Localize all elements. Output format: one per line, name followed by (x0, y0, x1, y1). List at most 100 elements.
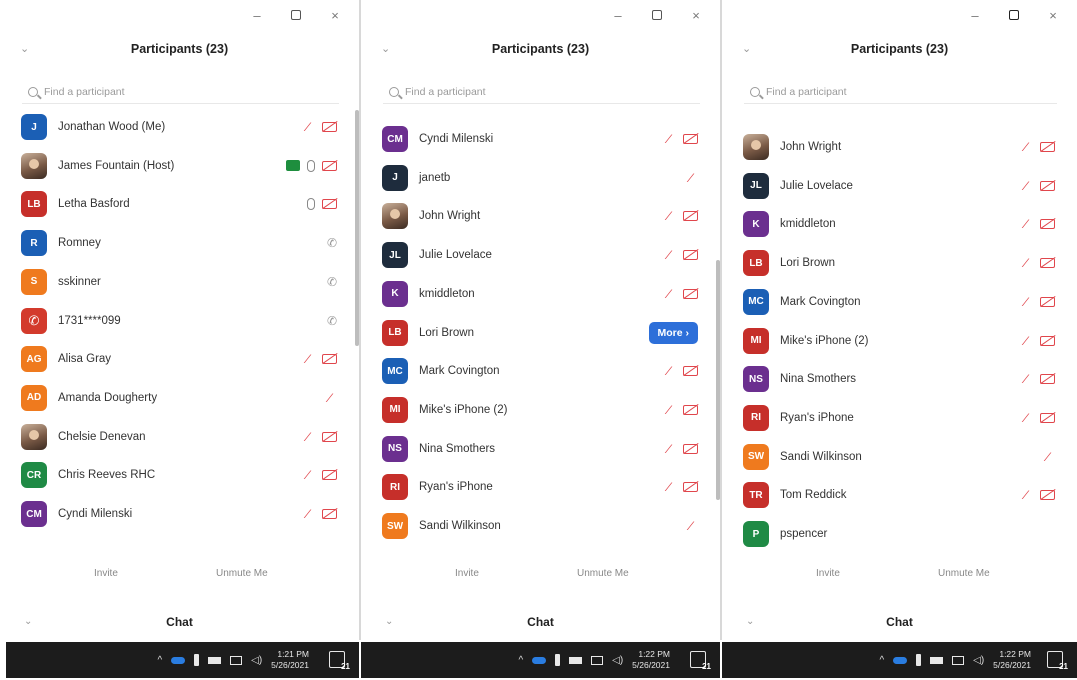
participant-row[interactable]: Ppspencer (722, 515, 1077, 550)
muted-mic-icon[interactable]: ⁄ (323, 391, 337, 405)
video-off-icon[interactable] (683, 211, 698, 222)
muted-mic-icon[interactable]: ⁄ (1019, 256, 1033, 270)
video-off-icon[interactable] (1040, 142, 1055, 152)
video-off-icon[interactable] (322, 354, 337, 365)
muted-mic-icon[interactable]: ⁄ (1019, 140, 1033, 154)
invite-button[interactable]: Invite (455, 568, 479, 579)
participant-row[interactable]: RI Ryan's iPhone ⁄ (722, 399, 1077, 437)
participant-row[interactable]: JL Julie Lovelace ⁄ (722, 167, 1077, 205)
muted-mic-icon[interactable]: ⁄ (1019, 334, 1033, 348)
muted-mic-icon[interactable]: ⁄ (301, 430, 315, 444)
participant-row[interactable]: John Wright ⁄ (361, 197, 720, 235)
volume-icon[interactable]: ◁) (612, 655, 623, 666)
show-hidden-icons-icon[interactable]: ^ (157, 655, 162, 666)
participant-row[interactable]: AG Alisa Gray ⁄ (0, 340, 359, 378)
participant-list[interactable]: CM Cyndi Milenski ⁄ Jjanetb ⁄ John Wright ⁄ JL J… (361, 108, 720, 550)
participant-row[interactable]: LB Lori Brown ⁄ (722, 244, 1077, 282)
participant-row[interactable]: John Wright ⁄ (722, 128, 1077, 166)
battery-icon[interactable] (208, 656, 222, 664)
participant-row[interactable]: CM Cyndi Milenski ⁄ (0, 495, 359, 533)
participant-row[interactable]: SW Sandi Wilkinson ⁄ (361, 507, 720, 545)
participant-row[interactable]: LB Lori Brown More › (361, 314, 720, 352)
video-off-icon[interactable] (683, 134, 698, 144)
minimize-button[interactable]: – (612, 8, 624, 23)
taskbar-clock[interactable]: 1:21 PM 5/26/2021 (271, 649, 309, 671)
show-hidden-icons-icon[interactable]: ^ (879, 655, 884, 666)
muted-mic-icon[interactable]: ⁄ (1019, 411, 1033, 425)
microphone-icon[interactable] (307, 159, 315, 172)
restore-icon[interactable] (1009, 10, 1019, 20)
more-button[interactable]: More › (648, 321, 698, 344)
usb-icon[interactable] (916, 654, 922, 666)
muted-mic-icon[interactable]: ⁄ (1019, 372, 1033, 386)
invite-button[interactable]: Invite (94, 568, 118, 579)
participant-row[interactable]: MC Mark Covington ⁄ (361, 352, 720, 390)
search-input[interactable]: Find a participant (744, 80, 1057, 104)
video-off-icon[interactable] (683, 482, 698, 493)
notifications-icon[interactable]: 21 (329, 651, 350, 671)
muted-mic-icon[interactable]: ⁄ (301, 352, 315, 366)
chat-bar[interactable]: ⌄ Chat (0, 612, 359, 634)
video-off-icon[interactable] (683, 404, 698, 415)
network-icon[interactable] (591, 655, 604, 665)
chat-bar[interactable]: ⌄ Chat (722, 612, 1077, 634)
notifications-icon[interactable]: 21 (1047, 651, 1068, 671)
restore-icon[interactable] (652, 10, 662, 20)
participant-row[interactable]: NS Nina Smothers ⁄ (722, 360, 1077, 398)
participant-row[interactable]: TR Tom Reddick ⁄ (722, 476, 1077, 514)
participant-row[interactable]: JL Julie Lovelace ⁄ (361, 236, 720, 274)
participant-row[interactable]: LB Letha Basford (0, 185, 359, 223)
muted-mic-icon[interactable]: ⁄ (1019, 295, 1033, 309)
participant-row[interactable]: CR Chris Reeves RHC ⁄ (0, 456, 359, 494)
participant-row[interactable]: Kkmiddleton ⁄ (361, 275, 720, 313)
network-icon[interactable] (952, 655, 965, 665)
unmute-me-button[interactable]: Unmute Me (577, 568, 629, 579)
video-off-icon[interactable] (1040, 490, 1055, 501)
video-off-icon[interactable] (683, 443, 698, 454)
video-off-icon[interactable] (1040, 219, 1055, 230)
muted-mic-icon[interactable]: ⁄ (662, 364, 676, 378)
video-off-icon[interactable] (322, 431, 337, 442)
muted-mic-icon[interactable]: ⁄ (301, 120, 315, 134)
battery-icon[interactable] (930, 656, 944, 664)
participant-row[interactable]: Kkmiddleton ⁄ (722, 205, 1077, 243)
muted-mic-icon[interactable]: ⁄ (1019, 217, 1033, 231)
restore-icon[interactable] (291, 10, 301, 20)
participant-row[interactable]: MI Mike's iPhone (2) ⁄ (361, 391, 720, 429)
video-off-icon[interactable] (1040, 374, 1055, 385)
close-button[interactable]: × (690, 8, 702, 23)
participant-row[interactable]: 1731****099 ✆ (0, 302, 359, 340)
notifications-icon[interactable]: 21 (690, 651, 711, 671)
volume-icon[interactable]: ◁) (251, 655, 262, 666)
muted-mic-icon[interactable]: ⁄ (662, 132, 676, 146)
screen-share-icon[interactable] (286, 160, 300, 172)
onedrive-icon[interactable] (171, 656, 186, 664)
participant-row[interactable]: CM Cyndi Milenski ⁄ (361, 120, 720, 158)
close-button[interactable]: × (329, 8, 341, 23)
minimize-button[interactable]: – (969, 8, 981, 23)
battery-icon[interactable] (569, 656, 583, 664)
muted-mic-icon[interactable]: ⁄ (1041, 450, 1055, 464)
participant-row[interactable]: James Fountain (Host) (0, 147, 359, 185)
video-off-icon[interactable] (1040, 258, 1055, 269)
muted-mic-icon[interactable]: ⁄ (662, 248, 676, 262)
onedrive-icon[interactable] (893, 656, 908, 664)
participant-row[interactable]: AD Amanda Dougherty ⁄ (0, 379, 359, 417)
show-hidden-icons-icon[interactable]: ^ (518, 655, 523, 666)
volume-icon[interactable]: ◁) (973, 655, 984, 666)
close-button[interactable]: × (1047, 8, 1059, 23)
microphone-icon[interactable] (307, 198, 315, 211)
participant-row[interactable]: R Romney ✆ (0, 224, 359, 262)
muted-mic-icon[interactable]: ⁄ (662, 209, 676, 223)
participant-row[interactable]: RI Ryan's iPhone ⁄ (361, 468, 720, 506)
search-input[interactable]: Find a participant (383, 80, 700, 104)
video-off-icon[interactable] (1040, 296, 1055, 307)
muted-mic-icon[interactable]: ⁄ (301, 468, 315, 482)
muted-mic-icon[interactable]: ⁄ (662, 403, 676, 417)
unmute-me-button[interactable]: Unmute Me (216, 568, 268, 579)
video-off-icon[interactable] (322, 509, 337, 519)
network-icon[interactable] (230, 655, 243, 665)
video-off-icon[interactable] (322, 160, 337, 171)
usb-icon[interactable] (555, 654, 561, 666)
chat-bar[interactable]: ⌄ Chat (361, 612, 720, 634)
